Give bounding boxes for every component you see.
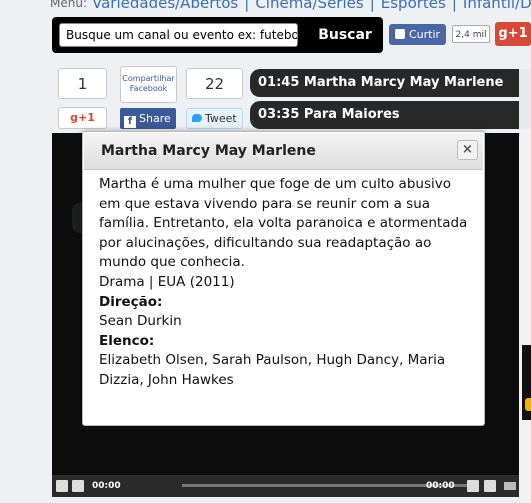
page-edge <box>519 69 531 129</box>
top-menu: Menu: Variedades/Abertos | Cinema/Séries | E… <box>0 0 531 12</box>
tweet-count: 22 <box>186 68 243 99</box>
menu-link-variedades[interactable]: Variedades/Abertos <box>92 0 238 12</box>
cast-list: Elizabeth Olsen, Sarah Paulson, Hugh Dan… <box>99 352 446 388</box>
schedule-title: Martha Marcy May Marlene <box>303 75 504 90</box>
side-strip <box>519 130 531 503</box>
pause-icon[interactable] <box>56 480 68 492</box>
schedule-time: 03:35 <box>258 107 300 122</box>
menu-link-esportes[interactable]: Esportes <box>381 0 446 12</box>
like-label: Curtir <box>409 28 441 41</box>
facebook-share-caption: Compartilhar Facebook <box>120 66 177 103</box>
share-label: Share <box>139 112 171 125</box>
duration: 00:00 <box>426 481 455 491</box>
like-count: 2,4 mil <box>452 25 490 43</box>
dialog-header: Martha Marcy May Marlene × <box>84 133 483 170</box>
gplus-count: 1 <box>58 68 107 99</box>
director-name: Sean Durkin <box>99 313 182 330</box>
program-info-dialog: Martha Marcy May Marlene × Martha é uma … <box>82 131 485 426</box>
side-badge <box>525 398 531 411</box>
twitter-bird-icon <box>192 114 202 122</box>
facebook-icon: f <box>124 116 136 128</box>
genre-line: Drama | EUA (2011) <box>99 273 235 290</box>
menu-separator: | <box>451 0 457 12</box>
thumbs-up-icon <box>395 29 405 39</box>
menu-separator: | <box>369 0 375 12</box>
fullscreen-icon[interactable] <box>467 480 479 492</box>
synopsis: Martha é uma mulher que foge de um culto… <box>99 176 468 271</box>
facebook-like-button[interactable]: Curtir <box>389 24 446 45</box>
search-button[interactable]: Buscar <box>310 23 380 47</box>
menu-label: Menu: <box>50 0 87 10</box>
tweet-label: Tweet <box>205 112 237 125</box>
tweet-button[interactable]: Tweet <box>186 108 243 129</box>
schedule-time: 01:45 <box>258 75 300 90</box>
schedule-title: Para Maiores <box>303 107 400 122</box>
gplus-button-top[interactable]: g+1 <box>495 22 531 46</box>
seek-bar[interactable] <box>182 484 467 487</box>
volume-slider[interactable] <box>504 482 516 490</box>
menu-links: Variedades/Abertos | Cinema/Séries | Esporte… <box>92 0 531 12</box>
stop-icon[interactable] <box>72 480 84 492</box>
gplus-button[interactable]: g+1 <box>58 107 107 129</box>
search-input[interactable]: Busque um canal ou evento ex: futebol <box>59 23 298 47</box>
facebook-share-button[interactable]: f Share <box>120 108 176 129</box>
dialog-body: Martha é uma mulher que foge de um culto… <box>99 175 474 391</box>
menu-separator: | <box>244 0 250 12</box>
player-controls: 00:00 00:00 <box>52 475 519 497</box>
schedule-item[interactable]: 01:45 Martha Marcy May Marlene <box>250 69 520 97</box>
expand-icon[interactable] <box>484 480 496 492</box>
menu-link-cinema[interactable]: Cinema/Séries <box>255 0 363 12</box>
close-button[interactable]: × <box>457 140 478 160</box>
dialog-title: Martha Marcy May Marlene <box>101 143 316 159</box>
current-time: 00:00 <box>92 481 121 491</box>
search-bar: Busque um canal ou evento ex: futebol Bu… <box>52 17 383 53</box>
menu-link-infantil[interactable]: Infantil/Desenhos <box>463 0 531 12</box>
cast-heading: Elenco: <box>99 332 155 349</box>
direction-heading: Direção: <box>99 293 163 310</box>
schedule-item[interactable]: 03:35 Para Maiores <box>250 101 520 129</box>
